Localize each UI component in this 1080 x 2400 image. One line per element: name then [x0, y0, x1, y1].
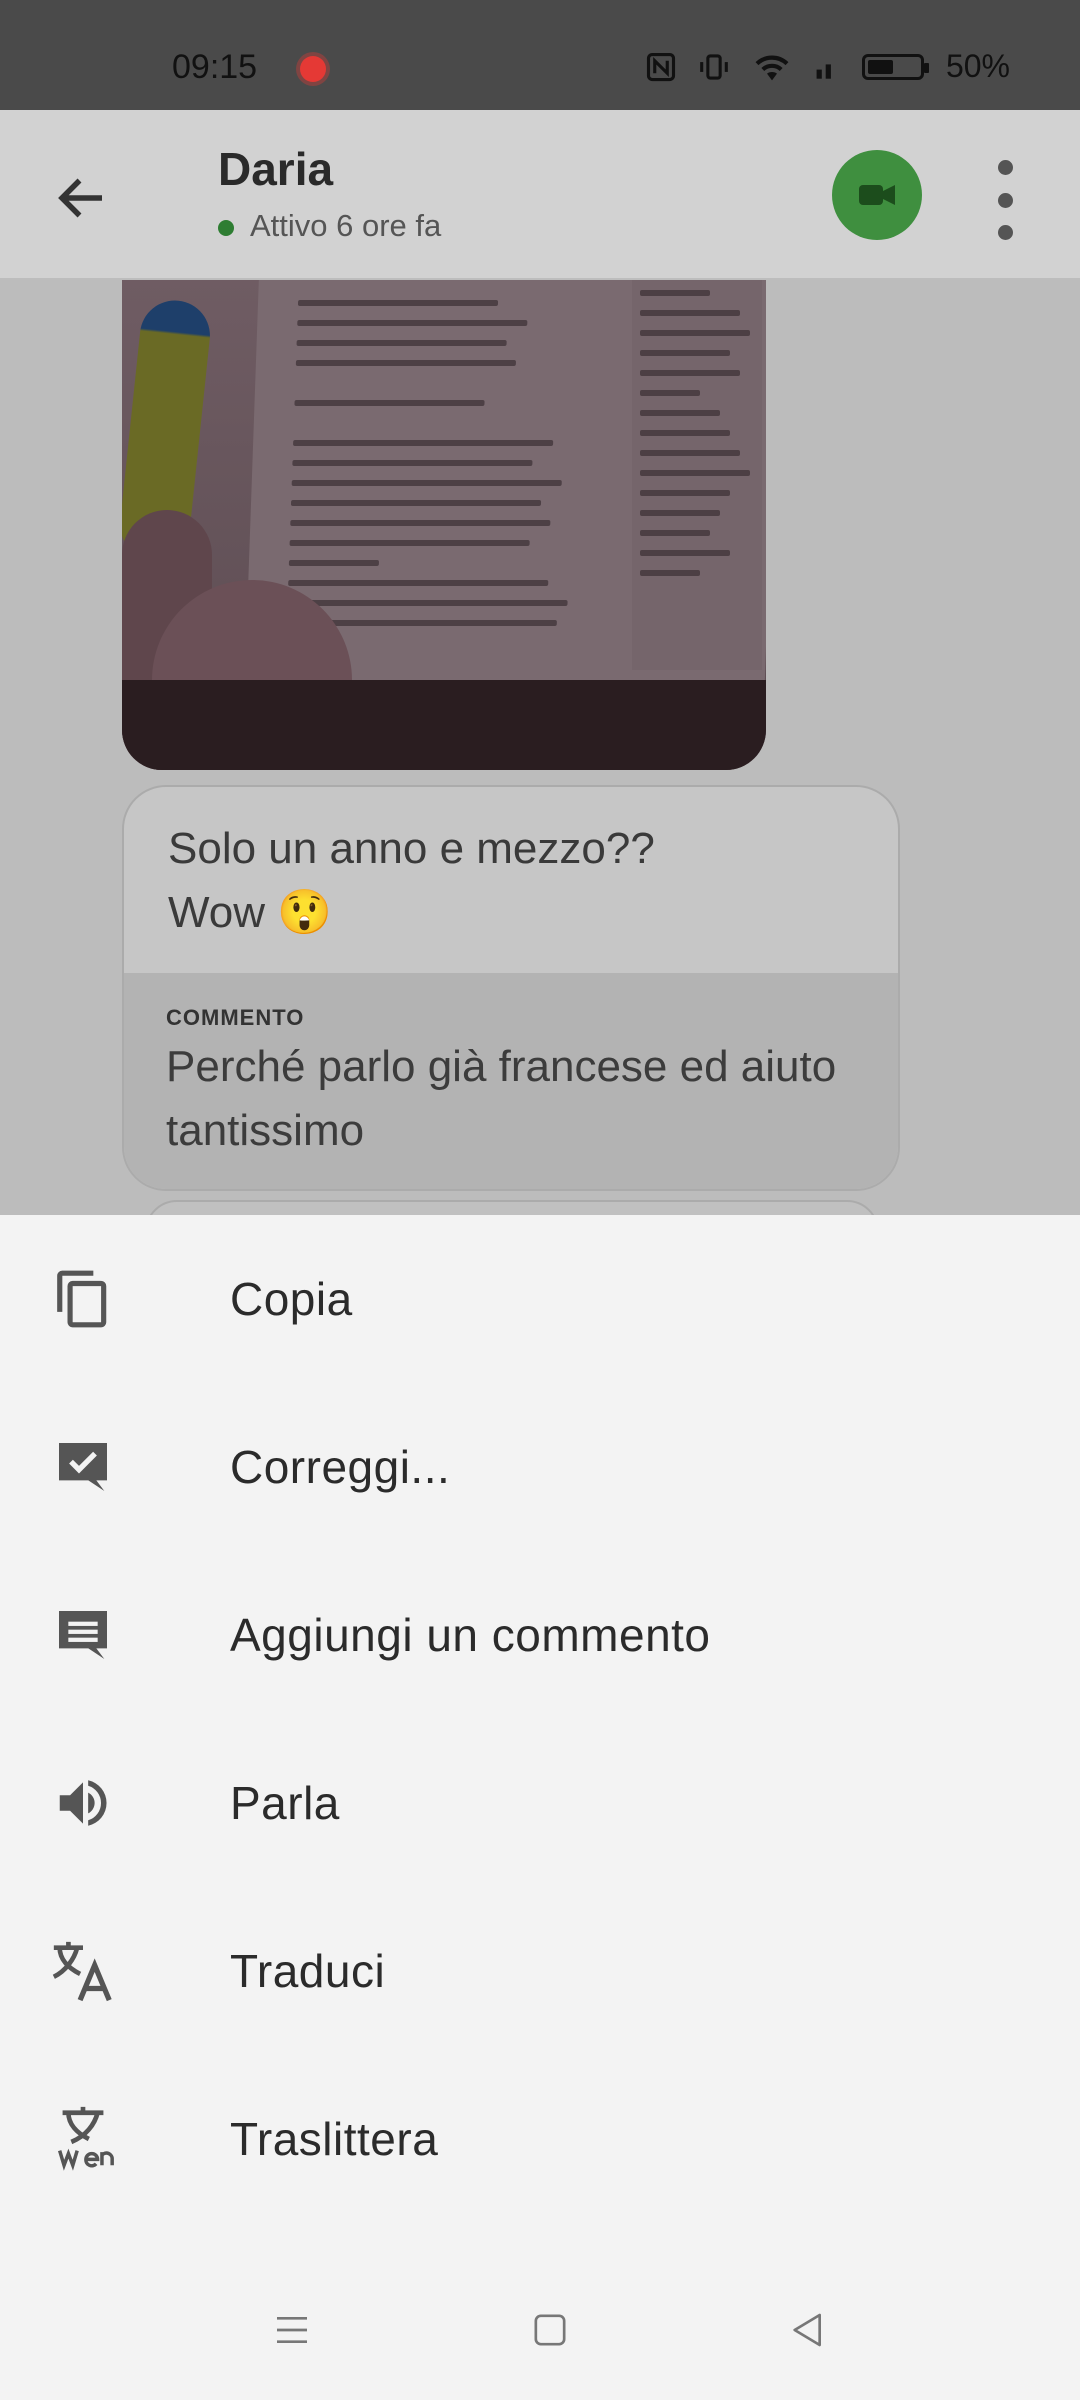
- online-status-dot: [218, 220, 234, 236]
- comment-text: Perché parlo già francese ed aiuto tanti…: [166, 1042, 837, 1155]
- comment-label: COMMENTO: [166, 1005, 305, 1030]
- wifi-icon: [755, 55, 789, 80]
- selected-message-bubble[interactable]: Solo un anno e mezzo?? Wow 😲 COMMENTO Pe…: [122, 785, 900, 1191]
- back-arrow-icon[interactable]: [52, 168, 112, 228]
- speaker-icon: [48, 1768, 118, 1838]
- menu-item-copy[interactable]: Copia: [0, 1215, 1080, 1383]
- recording-indicator-icon: [300, 56, 326, 82]
- menu-label: Correggi...: [230, 1441, 451, 1493]
- menu-item-correct[interactable]: Correggi...: [0, 1383, 1080, 1551]
- message-photo[interactable]: [122, 280, 766, 770]
- home-icon[interactable]: [520, 2300, 580, 2360]
- system-nav-bar: [0, 2260, 1080, 2400]
- menu-label: Traduci: [230, 1945, 386, 1997]
- translate-icon: [48, 1936, 118, 2006]
- photo-book-right-page: [632, 280, 762, 670]
- vibrate-icon: [700, 53, 728, 80]
- photo-shadow: [122, 680, 766, 770]
- menu-icon[interactable]: [262, 2300, 322, 2360]
- chat-messages: Solo un anno e mezzo?? Wow 😲 COMMENTO Pe…: [0, 280, 1080, 1215]
- menu-label: Aggiungi un commento: [230, 1609, 711, 1661]
- video-call-button[interactable]: [832, 150, 922, 240]
- correct-icon: [48, 1432, 118, 1502]
- more-options-icon[interactable]: [985, 160, 1025, 240]
- menu-label: Traslittera: [230, 2113, 439, 2165]
- signal-icon: [816, 63, 831, 79]
- status-bar: 09:15 50%: [0, 0, 1080, 110]
- transliterate-icon: [48, 2104, 118, 2174]
- chat-header: Daria Attivo 6 ore fa: [0, 110, 1080, 280]
- contact-status: Attivo 6 ore fa: [250, 208, 442, 243]
- menu-item-add-comment[interactable]: Aggiungi un commento: [0, 1551, 1080, 1719]
- status-icons: 50%: [646, 48, 1010, 85]
- menu-item-transliterate[interactable]: Traslittera: [0, 2055, 1080, 2223]
- menu-label: Parla: [230, 1777, 340, 1829]
- back-icon[interactable]: [778, 2300, 838, 2360]
- message-comment: COMMENTO Perché parlo già francese ed ai…: [124, 973, 898, 1189]
- menu-item-speak[interactable]: Parla: [0, 1719, 1080, 1887]
- message-actions-sheet: Copia Correggi... Aggiungi un commento P…: [0, 1215, 1080, 2400]
- next-message-bubble[interactable]: [145, 1200, 879, 1215]
- battery-percent: 50%: [945, 48, 1010, 84]
- comment-icon: [48, 1600, 118, 1670]
- battery-icon: [861, 53, 929, 80]
- message-text: Solo un anno e mezzo?? Wow 😲: [168, 824, 655, 937]
- video-camera-icon: [859, 185, 895, 205]
- status-time: 09:15: [172, 48, 258, 86]
- contact-name[interactable]: Daria: [218, 142, 333, 196]
- menu-label: Copia: [230, 1273, 353, 1325]
- nfc-icon: [646, 52, 676, 81]
- copy-icon: [48, 1264, 118, 1334]
- menu-item-translate[interactable]: Traduci: [0, 1887, 1080, 2055]
